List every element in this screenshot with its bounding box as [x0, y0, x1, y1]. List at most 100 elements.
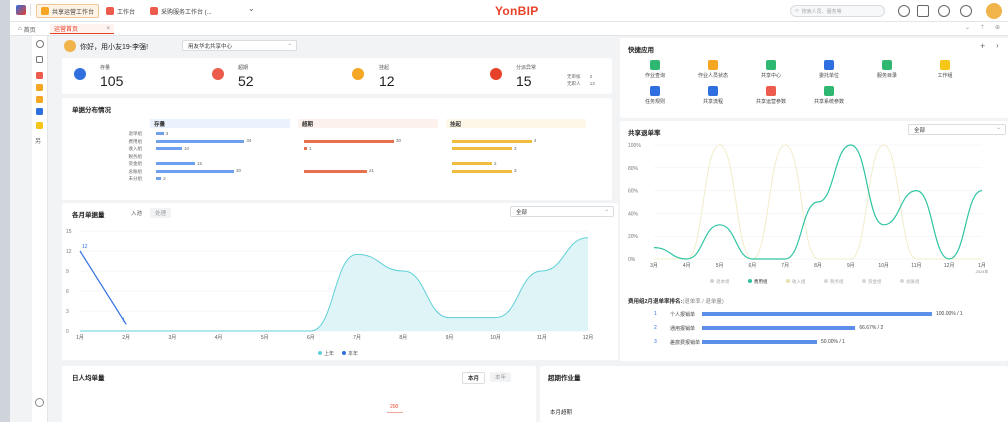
series-area-last-year	[80, 237, 588, 331]
rank-bar[interactable]	[702, 312, 932, 316]
tab-ops-home[interactable]: 运营首页 ×	[50, 24, 114, 34]
legend-label[interactable]: 资金组	[868, 278, 882, 285]
tab-workbench[interactable]: 工作台	[106, 4, 135, 18]
global-search-input[interactable]: ○ 搜索人员、服务等	[790, 5, 885, 17]
bar-hold[interactable]	[452, 169, 512, 173]
bar-stock[interactable]	[156, 177, 162, 180]
sync-icon[interactable]	[938, 5, 950, 17]
center-select[interactable]: 用友华北共享中心 ⌄	[182, 40, 297, 51]
bar-top	[387, 412, 403, 413]
quick-app-item[interactable]: 服务目录	[862, 60, 912, 79]
greeting-bar: 你好，用小友19-李强! 用友华北共享中心 ⌄	[62, 38, 612, 56]
quick-app-item[interactable]: 委托单位	[804, 60, 854, 79]
bar-overdue[interactable]	[304, 139, 394, 143]
x-tick-label: 7月	[781, 263, 789, 269]
bar-overdue[interactable]	[304, 147, 307, 150]
x-tick-label: 10月	[490, 335, 501, 341]
close-icon[interactable]: ×	[106, 26, 110, 32]
row-label: 总账组	[128, 168, 143, 174]
x-tick-label: 5月	[716, 263, 724, 269]
bar-value: 4	[534, 138, 537, 143]
chart-icon[interactable]	[36, 108, 43, 115]
stat-label: 挂起	[379, 65, 390, 71]
quick-app-item[interactable]: 作业人员状态	[688, 60, 738, 79]
bar-overdue[interactable]	[304, 169, 367, 173]
workbench-icon	[150, 7, 158, 15]
bar-hold[interactable]	[452, 139, 532, 143]
tab-this-year[interactable]: 本年	[490, 372, 512, 382]
quick-app-item[interactable]: 共享系统参数	[804, 86, 854, 105]
tab-procurement-workbench[interactable]: 采购服务工作台 (...	[150, 4, 212, 18]
star-icon[interactable]	[36, 122, 43, 129]
stat-value-stock[interactable]: 105	[100, 73, 123, 89]
help-icon[interactable]	[898, 5, 910, 17]
message-icon[interactable]	[917, 5, 929, 17]
settings-icon[interactable]	[35, 398, 44, 407]
user-avatar[interactable]	[986, 3, 1002, 19]
add-icon[interactable]: +	[980, 41, 985, 51]
rank-bar[interactable]	[702, 326, 856, 330]
quick-app-item[interactable]: 工作组	[920, 60, 970, 79]
rank-name: 通用报销单	[670, 326, 696, 332]
quick-app-item[interactable]: 共享流程	[688, 86, 738, 105]
x-tick-label: 8月	[399, 335, 407, 341]
folder-icon[interactable]	[36, 84, 43, 91]
pin-icon[interactable]: ⊕	[995, 24, 1000, 31]
monthly-line-chart: 0 3 6 9 12 15 1月 2月 3月 4月 5月 6月 7月 8月 9月 10月 11月 12月 12 1 上年…	[66, 229, 593, 357]
tab-pool[interactable]: 入池	[126, 208, 147, 218]
tab-this-month[interactable]: 本月	[462, 372, 486, 384]
section-title: 快捷应用	[628, 47, 654, 54]
quick-app-item[interactable]: 共享中心	[746, 60, 796, 79]
workbench-icon	[106, 7, 114, 15]
legend-label[interactable]: 税务组	[830, 278, 844, 285]
tab-processed[interactable]: 处理	[150, 208, 172, 218]
bar-hold[interactable]	[452, 147, 512, 150]
series-line-this-year[interactable]	[79, 250, 127, 325]
bar-hold[interactable]	[452, 162, 492, 165]
column-label: 挂起	[450, 122, 462, 128]
return-rate-select[interactable]: 全部 ⌄	[908, 124, 1006, 135]
bar-stock[interactable]	[156, 162, 195, 165]
tab-shared-ops-workbench[interactable]: 共享运营工作台	[36, 4, 100, 18]
bar-stock[interactable]	[156, 132, 164, 135]
left-sidebar: 另	[32, 36, 48, 422]
point-label: 12	[82, 244, 88, 250]
search-icon[interactable]	[36, 40, 44, 48]
settings-icon[interactable]	[960, 5, 972, 17]
column-header-overdue: 超期	[298, 119, 438, 128]
rank-bar[interactable]	[702, 340, 817, 344]
doc-icon[interactable]	[36, 72, 43, 79]
stat-value-overdue[interactable]: 52	[238, 73, 254, 89]
stat-value-dispatch-error[interactable]: 15	[516, 73, 532, 89]
sidebar-item-label[interactable]: 另	[35, 136, 41, 145]
stat-label: 存量	[100, 65, 111, 71]
bar-value: 30	[236, 168, 242, 173]
home-icon: ⌂	[18, 26, 22, 32]
quick-app-item[interactable]: 共享运营参数	[746, 86, 796, 105]
chevron-down-icon[interactable]: ⌄	[248, 4, 255, 13]
legend-label[interactable]: 退本组	[716, 278, 730, 285]
bar-value: 15	[197, 160, 203, 166]
legend-label[interactable]: 总账组	[906, 278, 920, 285]
bar-stock[interactable]	[156, 169, 234, 173]
x-tick-label: 7月	[353, 335, 361, 341]
x-tick-label: 6月	[749, 263, 757, 269]
upload-icon[interactable]: ⇡	[980, 24, 985, 31]
legend-label[interactable]: 收入组	[792, 278, 806, 285]
x-tick-label: 2月	[122, 335, 130, 341]
bar-stock[interactable]	[156, 139, 245, 143]
bar-stock[interactable]	[156, 147, 182, 150]
chevron-right-icon[interactable]: ›	[996, 41, 999, 50]
section-title: 超期作业量	[548, 375, 581, 382]
quick-app-item[interactable]: 任务规则	[630, 86, 680, 105]
chevron-down-icon[interactable]: ⌄	[965, 24, 970, 31]
box-icon[interactable]	[36, 56, 43, 63]
app-window: 共享运营工作台 工作台 采购服务工作台 (... ⌄ YonBIP ○ 搜索人员…	[10, 0, 1008, 422]
app-grid-icon[interactable]	[16, 5, 26, 15]
tab-home[interactable]: ⌂ 首页	[18, 24, 36, 34]
legend-label[interactable]: 费用组	[754, 278, 768, 285]
user-icon[interactable]	[36, 96, 43, 103]
stat-value-hold[interactable]: 12	[379, 73, 395, 89]
monthly-select[interactable]: 全部 ⌄	[510, 206, 614, 217]
quick-app-item[interactable]: 作业查询	[630, 60, 680, 79]
